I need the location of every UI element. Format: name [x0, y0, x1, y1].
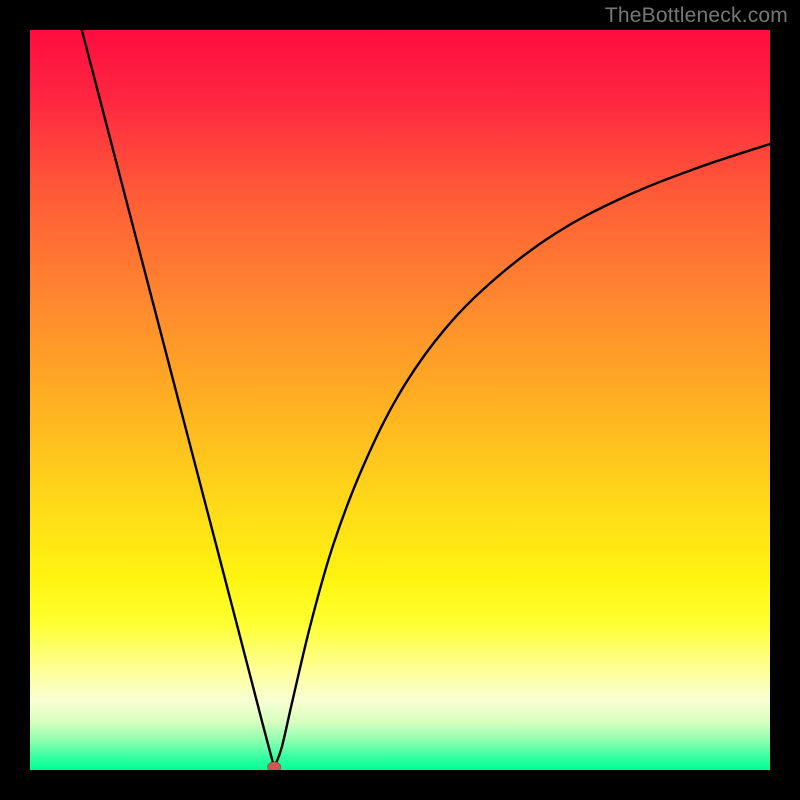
plot-area: [30, 30, 770, 770]
watermark-text: TheBottleneck.com: [605, 4, 788, 28]
chart-frame: TheBottleneck.com: [0, 0, 800, 800]
bottleneck-curve: [30, 30, 770, 770]
minimum-marker: [268, 762, 281, 770]
